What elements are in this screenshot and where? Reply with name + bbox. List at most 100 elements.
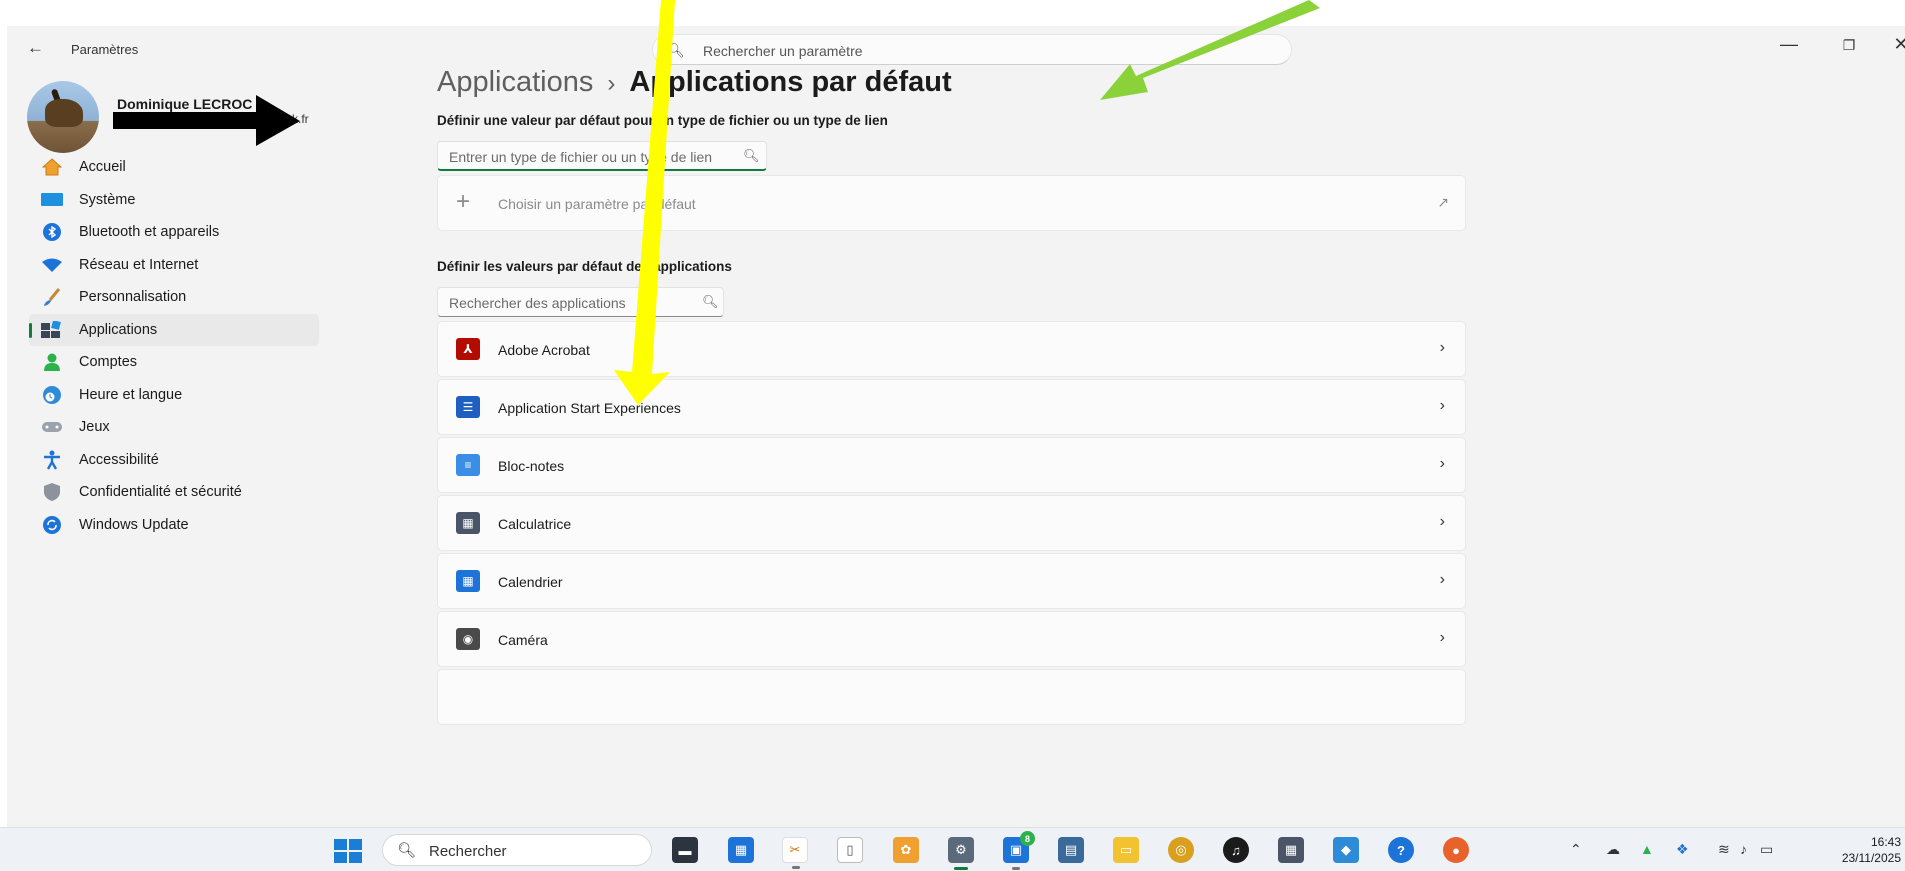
firefox-icon[interactable]: ● bbox=[1443, 837, 1469, 863]
app-search-input[interactable]: Rechercher des applications 🔍︎ bbox=[437, 287, 724, 317]
system-clock[interactable]: 16:43 23/11/2025 bbox=[1842, 834, 1901, 866]
sidebar-item-reseau[interactable]: Réseau et Internet bbox=[29, 249, 319, 282]
sidebar-item-label: Bluetooth et appareils bbox=[79, 224, 220, 241]
avatar[interactable] bbox=[27, 81, 99, 153]
app-name: Calculatrice bbox=[498, 516, 572, 532]
file-type-section-title: Définir une valeur par défaut pour un ty… bbox=[437, 113, 888, 128]
file-type-input-placeholder: Entrer un type de fichier ou un type de … bbox=[449, 149, 713, 165]
google-drive-icon[interactable]: ▲ bbox=[1640, 841, 1654, 857]
app-search-placeholder: Rechercher des applications bbox=[449, 295, 626, 311]
chevron-right-icon: › bbox=[1439, 513, 1445, 530]
user-email: k.fr bbox=[292, 112, 309, 126]
list-item[interactable]: ▦ Calendrier › bbox=[437, 553, 1466, 609]
tray-chevron-up-icon[interactable]: ⌃ bbox=[1570, 841, 1582, 858]
update-icon bbox=[41, 515, 63, 535]
list-item[interactable]: ☰ Application Start Experiences › bbox=[437, 379, 1466, 435]
sidebar-item-label: Personnalisation bbox=[79, 289, 187, 306]
sidebar-item-bluetooth[interactable]: Bluetooth et appareils bbox=[29, 216, 319, 249]
calculator-taskbar-icon[interactable]: ▦ bbox=[1278, 837, 1304, 863]
settings-gear-icon[interactable]: ⚙︎ bbox=[948, 837, 974, 870]
settings-search-placeholder: Rechercher un paramètre bbox=[703, 43, 863, 59]
sidebar-item-label: Système bbox=[79, 191, 136, 208]
onedrive-icon[interactable]: ☁︎ bbox=[1606, 841, 1620, 858]
battery-icon[interactable]: ▭ bbox=[1760, 841, 1773, 858]
volume-icon[interactable]: ♪ bbox=[1740, 841, 1747, 857]
apps-icon bbox=[41, 320, 63, 340]
settings-search-input[interactable]: 🔍︎ Rechercher un paramètre bbox=[652, 34, 1292, 65]
choose-default-card[interactable]: + Choisir un paramètre par défaut ↗︎ bbox=[437, 175, 1466, 231]
sidebar-item-label: Comptes bbox=[79, 354, 138, 371]
system-icon bbox=[41, 190, 63, 210]
sidebar-nav: Accueil Système Bluetooth et appareils R… bbox=[29, 151, 319, 541]
sidebar-item-jeux[interactable]: Jeux bbox=[29, 411, 319, 444]
sidebar-item-label: Heure et langue bbox=[79, 386, 183, 403]
taskbar-search-input[interactable]: 🔍︎ Rechercher bbox=[382, 834, 652, 866]
notification-badge: 8 bbox=[1020, 831, 1035, 846]
bluetooth-icon bbox=[41, 222, 63, 242]
sidebar-item-confidentialite[interactable]: Confidentialité et sécurité bbox=[29, 476, 319, 509]
chevron-right-icon: › bbox=[1439, 455, 1445, 472]
file-explorer-icon[interactable]: ▭ bbox=[1113, 837, 1139, 863]
choose-default-label: Choisir un paramètre par défaut bbox=[498, 196, 696, 212]
file-type-input[interactable]: Entrer un type de fichier ou un type de … bbox=[437, 141, 767, 171]
list-item[interactable] bbox=[437, 669, 1466, 725]
list-item[interactable]: ◉ Caméra › bbox=[437, 611, 1466, 667]
chevron-right-icon: › bbox=[1439, 571, 1445, 588]
chevron-right-icon: › bbox=[1439, 629, 1445, 646]
help-icon[interactable]: ? bbox=[1388, 837, 1414, 863]
maximize-button[interactable]: ❐ bbox=[1829, 37, 1869, 54]
minimize-button[interactable]: — bbox=[1769, 34, 1809, 55]
back-arrow-icon[interactable]: ← bbox=[27, 38, 44, 58]
user-name: Dominique LECROC bbox=[117, 96, 253, 112]
package-app-icon[interactable]: ◆ bbox=[1333, 837, 1359, 863]
photos-icon[interactable]: ▤ bbox=[1058, 837, 1084, 863]
snipping-tool-icon[interactable]: ✂︎ bbox=[782, 837, 808, 869]
taskbar-search-placeholder: Rechercher bbox=[429, 843, 507, 860]
sidebar-item-accueil[interactable]: Accueil bbox=[29, 151, 319, 184]
close-button[interactable]: ✕ bbox=[1881, 34, 1905, 55]
globe-clock-icon bbox=[41, 385, 63, 405]
brush-icon bbox=[41, 287, 63, 307]
dropbox-icon[interactable]: ❖ bbox=[1676, 841, 1689, 858]
breadcrumb-parent[interactable]: Applications bbox=[437, 66, 593, 98]
sidebar-item-systeme[interactable]: Système bbox=[29, 184, 319, 217]
home-icon bbox=[41, 157, 63, 177]
clock-time: 16:43 bbox=[1870, 835, 1901, 849]
remote-desktop-icon[interactable]: ▣ 8 bbox=[1003, 831, 1035, 870]
accessibility-icon bbox=[41, 450, 63, 470]
calculator-icon: ▦ bbox=[456, 512, 480, 534]
wifi-tray-icon[interactable]: ≋ bbox=[1718, 841, 1730, 858]
sidebar-item-accessibilite[interactable]: Accessibilité bbox=[29, 444, 319, 477]
window-title: Paramètres bbox=[71, 42, 139, 57]
task-view-icon[interactable]: ▬ bbox=[672, 837, 698, 863]
paint-icon[interactable]: ✿ bbox=[893, 837, 919, 863]
sidebar-item-label: Applications bbox=[79, 321, 158, 338]
sidebar-item-heure-langue[interactable]: Heure et langue bbox=[29, 379, 319, 412]
title-bar: ← Paramètres 🔍︎ Rechercher un paramètre … bbox=[7, 26, 1905, 72]
camera-icon: ◉ bbox=[456, 628, 480, 650]
settings-window: ← Paramètres 🔍︎ Rechercher un paramètre … bbox=[7, 26, 1905, 827]
list-item[interactable]: ▦ Calculatrice › bbox=[437, 495, 1466, 551]
sidebar-item-windows-update[interactable]: Windows Update bbox=[29, 509, 319, 542]
disc-app-icon[interactable]: ◎ bbox=[1168, 837, 1194, 863]
app-name: Caméra bbox=[498, 632, 548, 648]
sidebar-item-comptes[interactable]: Comptes bbox=[29, 346, 319, 379]
sidebar-item-applications[interactable]: Applications bbox=[29, 313, 319, 346]
apps-section-title: Définir les valeurs par défaut des appli… bbox=[437, 259, 732, 274]
store-icon[interactable]: ▦ bbox=[728, 837, 754, 863]
list-item[interactable]: ≡ Bloc-notes › bbox=[437, 437, 1466, 493]
gamepad-icon bbox=[41, 417, 63, 437]
avatar-chamois-shape bbox=[45, 99, 83, 127]
music-app-icon[interactable]: ♫ bbox=[1223, 837, 1249, 863]
notepad-taskbar-icon[interactable]: ▯ bbox=[837, 837, 863, 863]
search-icon: 🔍︎ bbox=[667, 42, 685, 58]
chevron-right-icon: › bbox=[1439, 339, 1445, 356]
start-experiences-icon: ☰ bbox=[456, 396, 480, 418]
app-name: Calendrier bbox=[498, 574, 563, 590]
search-icon: 🔍︎ bbox=[702, 294, 719, 309]
list-item[interactable]: ⅄ Adobe Acrobat › bbox=[437, 321, 1466, 377]
windows-start-icon[interactable] bbox=[334, 839, 362, 863]
sidebar-item-personnalisation[interactable]: Personnalisation bbox=[29, 281, 319, 314]
clock-date: 23/11/2025 bbox=[1841, 851, 1901, 865]
person-icon bbox=[41, 352, 63, 372]
